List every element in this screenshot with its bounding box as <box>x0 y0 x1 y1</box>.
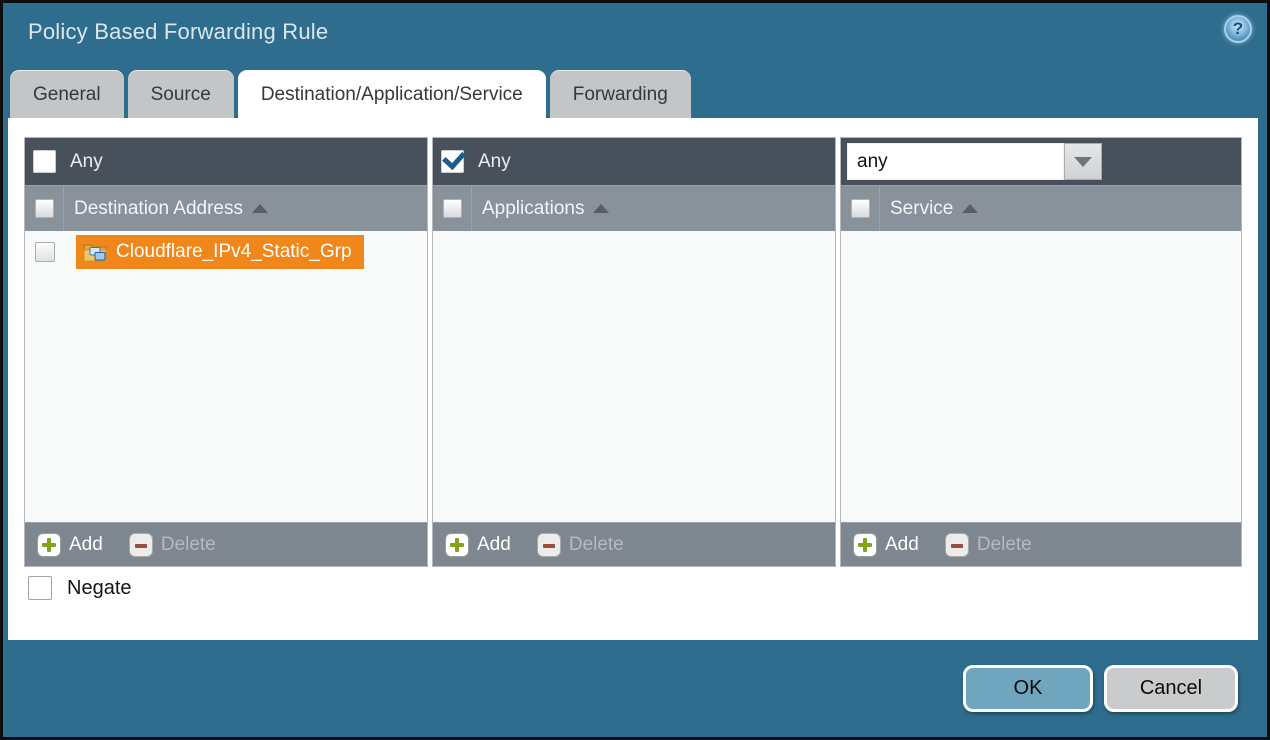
destination-select-all-checkbox[interactable] <box>35 199 54 218</box>
applications-list <box>433 231 835 522</box>
plus-icon <box>37 533 61 557</box>
minus-icon <box>537 533 561 557</box>
add-label: Add <box>477 534 511 556</box>
policy-based-forwarding-dialog: Policy Based Forwarding Rule ? General S… <box>0 0 1270 740</box>
destination-column-header-row: Destination Address <box>25 185 427 231</box>
tab-content-panel: Any Destination Address <box>8 118 1258 640</box>
applications-select-all-checkbox[interactable] <box>443 199 462 218</box>
destination-row-checkbox[interactable] <box>35 242 55 262</box>
service-column-header[interactable]: Service <box>890 198 953 220</box>
help-icon[interactable]: ? <box>1224 15 1252 43</box>
applications-any-bar: Any <box>433 138 835 185</box>
service-dropdown-bar: any <box>841 138 1241 185</box>
plus-icon <box>445 533 469 557</box>
service-select-all-checkbox[interactable] <box>851 199 870 218</box>
header-divider <box>879 186 880 232</box>
service-panel: any Service Add D <box>840 137 1242 567</box>
applications-add-button[interactable]: Add <box>445 533 511 557</box>
tab-source[interactable]: Source <box>128 70 234 118</box>
delete-label: Delete <box>977 534 1032 556</box>
header-divider <box>63 186 64 232</box>
destination-any-bar: Any <box>25 138 427 185</box>
minus-icon <box>945 533 969 557</box>
chevron-down-icon <box>1074 157 1092 167</box>
sort-ascending-icon[interactable] <box>252 204 268 213</box>
delete-label: Delete <box>569 534 624 556</box>
service-delete-button[interactable]: Delete <box>945 533 1032 557</box>
service-column-header-row: Service <box>841 185 1241 231</box>
cancel-button[interactable]: Cancel <box>1104 665 1238 712</box>
negate-option: Negate <box>28 576 132 600</box>
destination-any-label: Any <box>70 151 103 173</box>
service-dropdown-button[interactable] <box>1064 143 1102 180</box>
destination-delete-button[interactable]: Delete <box>129 533 216 557</box>
service-list <box>841 231 1241 522</box>
applications-delete-button[interactable]: Delete <box>537 533 624 557</box>
header-divider <box>471 186 472 232</box>
plus-icon <box>853 533 877 557</box>
negate-label: Negate <box>67 577 132 600</box>
destination-add-button[interactable]: Add <box>37 533 103 557</box>
service-dropdown-value[interactable]: any <box>847 143 1064 180</box>
destination-row-label: Cloudflare_IPv4_Static_Grp <box>116 241 352 263</box>
service-add-button[interactable]: Add <box>853 533 919 557</box>
destination-actions-bar: Add Delete <box>25 522 427 566</box>
sort-ascending-icon[interactable] <box>962 204 978 213</box>
applications-panel: Any Applications Add Delete <box>432 137 836 567</box>
tab-forwarding[interactable]: Forwarding <box>550 70 691 118</box>
minus-icon <box>129 533 153 557</box>
sort-ascending-icon[interactable] <box>593 204 609 213</box>
service-actions-bar: Add Delete <box>841 522 1241 566</box>
applications-column-header-row: Applications <box>433 185 835 231</box>
destination-any-checkbox[interactable] <box>33 150 56 173</box>
delete-label: Delete <box>161 534 216 556</box>
destination-address-panel: Any Destination Address <box>24 137 428 567</box>
ok-button[interactable]: OK <box>963 665 1093 712</box>
tab-destination-application-service[interactable]: Destination/Application/Service <box>238 70 546 118</box>
destination-row[interactable]: Cloudflare_IPv4_Static_Grp <box>25 231 427 271</box>
dialog-title: Policy Based Forwarding Rule <box>28 19 328 45</box>
applications-actions-bar: Add Delete <box>433 522 835 566</box>
add-label: Add <box>885 534 919 556</box>
tab-bar: General Source Destination/Application/S… <box>10 70 691 118</box>
tab-general[interactable]: General <box>10 70 124 118</box>
applications-column-header[interactable]: Applications <box>482 198 584 220</box>
destination-column-header[interactable]: Destination Address <box>74 198 243 220</box>
service-dropdown[interactable]: any <box>847 143 1102 180</box>
negate-checkbox[interactable] <box>28 576 52 600</box>
destination-row-highlight[interactable]: Cloudflare_IPv4_Static_Grp <box>76 235 364 269</box>
applications-any-checkbox[interactable] <box>441 150 464 173</box>
destination-list: Cloudflare_IPv4_Static_Grp <box>25 231 427 522</box>
add-label: Add <box>69 534 103 556</box>
applications-any-label: Any <box>478 151 511 173</box>
address-group-icon <box>83 242 107 262</box>
